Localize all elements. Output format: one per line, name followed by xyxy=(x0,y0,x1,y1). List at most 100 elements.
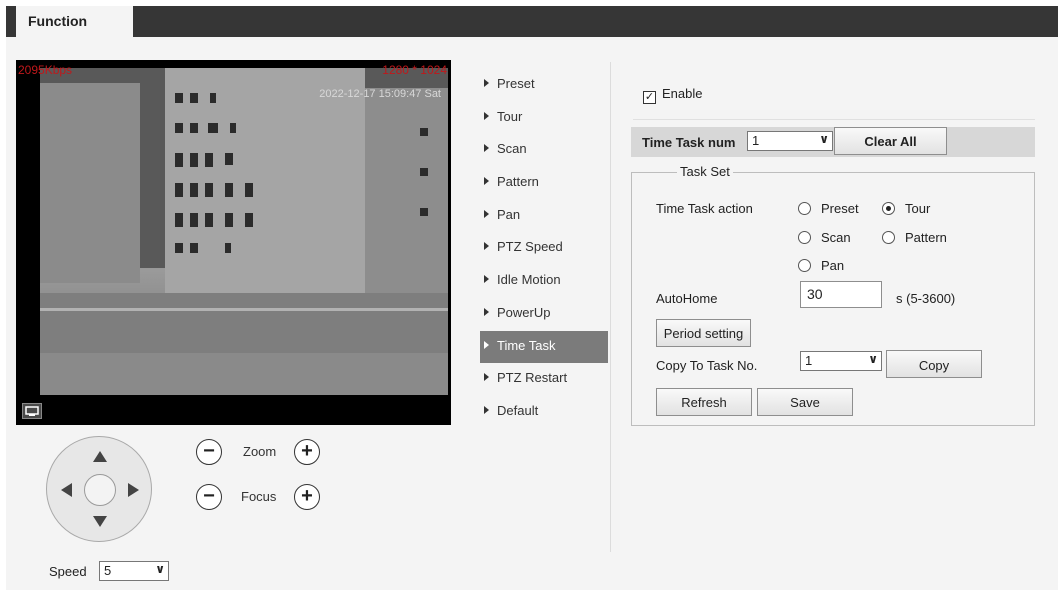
menu-item-preset[interactable]: Preset xyxy=(480,69,608,102)
copy-to-task-label: Copy To Task No. xyxy=(656,358,758,373)
bitrate-osd: 2095Kbps xyxy=(18,63,73,77)
save-button[interactable]: Save xyxy=(757,388,853,416)
focus-plus-button[interactable]: + xyxy=(294,484,320,510)
radio-icon xyxy=(798,259,811,272)
radio-icon xyxy=(798,202,811,215)
time-task-action-label: Time Task action xyxy=(656,201,753,216)
app-frame: Function 2095Kbps 1280 * 1024 2022-12-17… xyxy=(6,6,1058,590)
copy-to-task-select[interactable]: 1 ∨ xyxy=(800,351,882,371)
time-task-num-select[interactable]: 1 ∨ xyxy=(747,131,833,151)
menu-item-powerup[interactable]: PowerUp xyxy=(480,298,608,331)
divider xyxy=(633,119,1035,120)
radio-pan[interactable]: Pan xyxy=(798,258,844,273)
menu-item-label: PTZ Restart xyxy=(497,370,568,386)
radio-scan[interactable]: Scan xyxy=(798,230,851,245)
ptz-function-menu: Preset Tour Scan Pattern Pan PTZ Speed I… xyxy=(480,69,608,429)
caret-right-icon xyxy=(484,307,489,316)
clear-all-button[interactable]: Clear All xyxy=(834,127,947,155)
caret-right-icon xyxy=(484,111,489,120)
menu-item-pan[interactable]: Pan xyxy=(480,200,608,233)
menu-item-default[interactable]: Default xyxy=(480,396,608,429)
menu-item-idle-motion[interactable]: Idle Motion xyxy=(480,265,608,298)
radio-label: Tour xyxy=(905,201,931,216)
menu-item-tour[interactable]: Tour xyxy=(480,102,608,135)
menu-item-time-task[interactable]: Time Task xyxy=(480,330,608,364)
menu-item-label: Pattern xyxy=(497,174,539,190)
caret-right-icon xyxy=(484,144,489,153)
speed-label: Speed xyxy=(49,564,87,579)
menu-item-label: Default xyxy=(497,402,539,418)
autohome-input[interactable]: 30 xyxy=(800,281,882,308)
live-video[interactable]: 2095Kbps 1280 * 1024 2022-12-17 15:09:47… xyxy=(16,60,451,425)
menu-divider xyxy=(610,62,611,552)
ptz-direction-pad xyxy=(46,436,152,542)
radio-icon xyxy=(882,231,895,244)
chevron-down-icon: ∨ xyxy=(819,132,829,146)
caret-right-icon xyxy=(484,340,489,349)
time-task-num-bar: Time Task num 1 ∨ Clear All xyxy=(631,127,1035,157)
enable-label: Enable xyxy=(662,86,703,101)
radio-label: Preset xyxy=(821,201,859,216)
time-task-num-value: 1 xyxy=(752,133,760,148)
radio-icon xyxy=(798,231,811,244)
menu-item-ptz-restart[interactable]: PTZ Restart xyxy=(480,363,608,396)
menu-item-label: Scan xyxy=(497,141,527,157)
autohome-unit: s (5-3600) xyxy=(896,291,956,306)
menu-item-label: Pan xyxy=(497,206,521,222)
menu-item-label: Idle Motion xyxy=(497,272,561,288)
ptz-up-icon[interactable] xyxy=(93,451,107,462)
chevron-down-icon: ∨ xyxy=(155,562,165,576)
focus-label: Focus xyxy=(241,489,277,504)
refresh-button[interactable]: Refresh xyxy=(656,388,752,416)
chevron-down-icon: ∨ xyxy=(868,352,878,366)
menu-item-pattern[interactable]: Pattern xyxy=(480,167,608,200)
thermal-scene xyxy=(40,68,448,395)
caret-right-icon xyxy=(484,405,489,414)
focus-minus-button[interactable]: − xyxy=(196,484,222,510)
copy-to-task-value: 1 xyxy=(805,353,813,368)
caret-right-icon xyxy=(484,79,489,87)
window-toggle-icon[interactable] xyxy=(22,403,42,419)
radio-label: Scan xyxy=(821,230,851,245)
timestamp-osd: 2022-12-17 15:09:47 Sat xyxy=(319,88,441,100)
speed-select[interactable]: 5 ∨ xyxy=(99,561,169,581)
menu-item-label: Tour xyxy=(497,108,523,124)
menu-item-scan[interactable]: Scan xyxy=(480,134,608,167)
ptz-center-icon[interactable] xyxy=(84,474,116,506)
radio-tour[interactable]: Tour xyxy=(882,201,930,216)
caret-right-icon xyxy=(484,209,489,218)
enable-checkbox[interactable]: ✓ Enable xyxy=(643,86,702,104)
zoom-label: Zoom xyxy=(243,444,277,459)
video-image xyxy=(40,68,448,395)
ptz-down-icon[interactable] xyxy=(93,516,107,527)
caret-right-icon xyxy=(484,177,489,186)
time-task-num-label: Time Task num xyxy=(642,135,736,150)
menu-item-label: Time Task xyxy=(497,337,556,353)
zoom-out-button[interactable]: − xyxy=(196,439,222,465)
resolution-osd: 1280 * 1024 xyxy=(382,63,447,77)
caret-right-icon xyxy=(484,275,489,284)
autohome-label: AutoHome xyxy=(656,291,718,306)
speed-value: 5 xyxy=(104,563,112,578)
radio-label: Pan xyxy=(821,258,845,273)
radio-label: Pattern xyxy=(905,230,947,245)
checkbox-checked-icon[interactable]: ✓ xyxy=(643,91,656,104)
menu-item-label: Preset xyxy=(497,76,535,91)
tab-function[interactable]: Function xyxy=(16,6,133,42)
ptz-left-icon[interactable] xyxy=(61,483,72,497)
radio-selected-icon xyxy=(882,202,895,215)
period-setting-button[interactable]: Period setting xyxy=(656,319,751,347)
copy-button[interactable]: Copy xyxy=(886,350,982,378)
task-set-legend: Task Set xyxy=(677,164,733,179)
menu-item-label: PTZ Speed xyxy=(497,239,563,255)
menu-item-ptz-speed[interactable]: PTZ Speed xyxy=(480,232,608,265)
ptz-right-icon[interactable] xyxy=(128,483,139,497)
task-set-group: Task Set Time Task action Preset Tour Sc… xyxy=(631,164,1035,426)
radio-preset[interactable]: Preset xyxy=(798,201,859,216)
zoom-in-button[interactable]: + xyxy=(294,439,320,465)
menu-item-label: PowerUp xyxy=(497,304,551,320)
radio-pattern[interactable]: Pattern xyxy=(882,230,947,245)
top-bar xyxy=(6,6,1058,37)
caret-right-icon xyxy=(484,373,489,382)
caret-right-icon xyxy=(484,242,489,251)
